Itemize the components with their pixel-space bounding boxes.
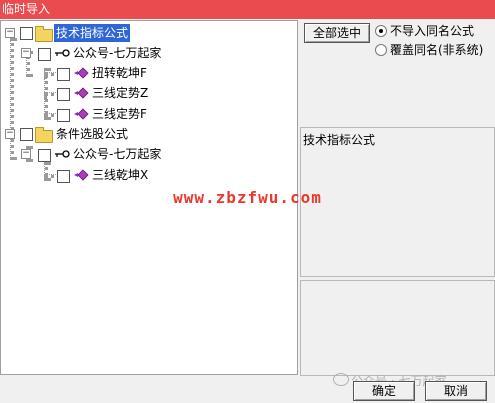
site-watermark: www.zbzfwu.com (173, 188, 322, 207)
formula-info-title: 技术指标公式 (303, 133, 376, 147)
checkbox[interactable] (57, 68, 70, 81)
folder-icon (35, 127, 53, 143)
formula-icon (74, 108, 89, 120)
collapse-icon[interactable]: − (5, 129, 15, 139)
select-all-button[interactable]: 全部选中 (304, 23, 370, 43)
formula-icon (74, 169, 89, 181)
formula-detail-panel (300, 280, 495, 376)
key-icon (55, 150, 70, 158)
checkbox[interactable] (38, 48, 51, 61)
window-titlebar: 临时导入 (0, 0, 495, 19)
tree-node-author-group[interactable]: − 公众号-七万起家 (1, 44, 291, 62)
tree-node-formula[interactable]: 三线定势F (1, 105, 291, 123)
formula-icon (74, 87, 89, 99)
collapse-icon[interactable]: − (5, 28, 15, 38)
tree-node-formula[interactable]: 三线定势Z (1, 84, 291, 102)
checkbox[interactable] (57, 88, 70, 101)
tree-node-label: 公众号-七万起家 (73, 46, 162, 60)
tree-node-formula[interactable]: 扭转乾坤F (1, 64, 291, 82)
ok-button[interactable]: 确定 (353, 381, 415, 401)
checkbox[interactable] (20, 128, 33, 141)
radio-overwrite-duplicates-label: 覆盖同名(非系统) (390, 43, 484, 57)
tree-node-formula[interactable]: 三线乾坤X (1, 166, 291, 184)
checkbox[interactable] (20, 27, 33, 40)
tree-node-label: 技术指标公式 (54, 24, 131, 42)
checkbox[interactable] (57, 170, 70, 183)
formula-icon (74, 67, 89, 79)
tree-node-label: 三线乾坤X (92, 168, 149, 182)
tree-node-label: 公众号-七万起家 (73, 147, 162, 161)
tree-node-label: 三线定势Z (92, 86, 149, 100)
tree-node-author-group[interactable]: − 公众号-七万起家 (1, 145, 291, 163)
tree-node-technical-formulas[interactable]: − 技术指标公式 (1, 24, 291, 42)
checkbox[interactable] (38, 149, 51, 162)
checkbox[interactable] (57, 109, 70, 122)
tree-node-label: 三线定势F (92, 107, 147, 121)
radio-skip-duplicates[interactable] (375, 25, 387, 37)
cancel-button[interactable]: 取消 (425, 381, 487, 401)
window-title: 临时导入 (2, 2, 51, 16)
tree-node-label: 扭转乾坤F (92, 66, 147, 80)
key-icon (55, 49, 70, 57)
chat-icon (333, 373, 349, 386)
tree-node-label: 条件选股公式 (56, 127, 129, 141)
folder-icon (35, 26, 53, 42)
tree-node-screening-formulas[interactable]: − 条件选股公式 (1, 125, 291, 143)
collapse-icon[interactable]: − (21, 48, 31, 58)
radio-skip-duplicates-label: 不导入同名公式 (390, 24, 475, 38)
radio-overwrite-duplicates[interactable] (375, 44, 387, 56)
collapse-icon[interactable]: − (21, 149, 31, 159)
